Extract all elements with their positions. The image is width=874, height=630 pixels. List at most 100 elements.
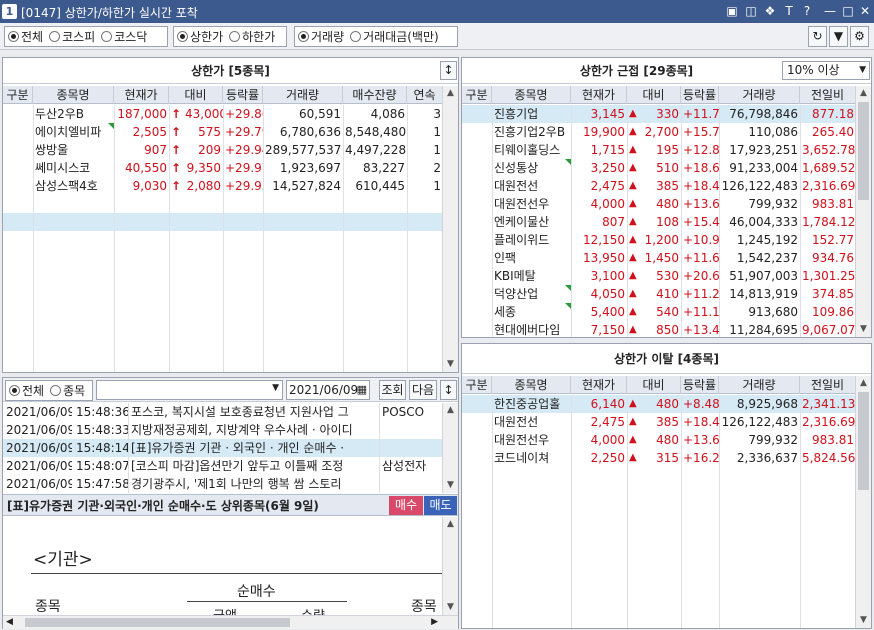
title-bar: 1 [0147] 상한가/하한가 실시간 포착 ▣ ◫ ❖ T ? — □ ✕ [0, 0, 874, 23]
bid-remaining: 4,497,228 [345, 143, 407, 157]
news-stock [382, 421, 442, 439]
radio-upper-limit[interactable]: 상한가 [177, 28, 223, 45]
prev-day-ratio: 152.77 [812, 233, 854, 247]
link-icon[interactable]: ▣ [724, 3, 740, 19]
next-button[interactable]: 다음 [409, 380, 437, 400]
table-row: 엔케이물산 807 ▲ 108 +15.45 46,004,333 1,784.12 [462, 213, 856, 231]
refresh-icon[interactable]: ↻ [808, 26, 827, 47]
stock-name: KBI메탈 [494, 269, 536, 283]
volume: 799,932 [748, 433, 798, 447]
radio-volume[interactable]: 거래량 [298, 28, 344, 45]
scroll-right-icon[interactable]: ▶ [431, 616, 438, 629]
current-price: 4,000 [590, 197, 625, 211]
stock-name: 진흥기업2우B [494, 125, 566, 139]
upper-limit-title: 상한가 [5종목] [3, 58, 458, 84]
volume: 799,932 [748, 197, 798, 211]
table-row: 현대에버다임 7,150 ▲ 850 +13.49 11,284,695 9,067.07 [462, 321, 856, 337]
stock-name: 한진중공업홀 [494, 397, 561, 411]
news-stock [382, 475, 442, 493]
dropdown-menu-icon[interactable]: ▼ [829, 26, 848, 47]
current-price: 19,900 [583, 125, 625, 139]
change-rate: +16.28 [683, 451, 719, 465]
up-triangle-icon: ▲ [629, 180, 637, 191]
stock-name: 대원전선우 [494, 433, 550, 447]
radio-amount[interactable]: 거래대금(백만) [350, 28, 439, 45]
up-triangle-icon: ▲ [629, 270, 637, 281]
stock-name: 대원전선 [494, 415, 539, 429]
date-input[interactable]: 2021/06/09 ▦ [286, 380, 370, 400]
help-icon[interactable]: ? [799, 3, 815, 19]
news-headline: [코스피 마감]옵션만기 앞두고 이틀째 조정 [131, 459, 344, 473]
volume: 76,798,846 [729, 107, 798, 121]
market-filter: 전체 코스피 코스닥 [4, 26, 168, 47]
change-value: 330 [656, 107, 679, 121]
sell-button[interactable]: 매도 [424, 496, 457, 515]
change-rate: +18.42 [683, 415, 719, 429]
radio-news-stock[interactable]: 종목 [50, 382, 85, 399]
current-price: 3,250 [590, 161, 625, 175]
current-price: 907 [144, 143, 167, 157]
near-limit-scrollbar[interactable]: ▲ ▼ [855, 86, 871, 337]
news-scope: 전체 종목 [5, 380, 93, 401]
radio-kospi[interactable]: 코스피 [49, 28, 95, 45]
radio-lower-limit[interactable]: 하한가 [229, 28, 275, 45]
radio-kosdaq[interactable]: 코스닥 [101, 28, 147, 45]
close-icon[interactable]: ✕ [857, 3, 873, 19]
list-item: 2021/06/09 15:47:58 경기광주시, '제1회 나만의 행복 쌈 스… [3, 475, 443, 493]
maximize-icon[interactable]: □ [840, 3, 856, 19]
search-button[interactable]: 조회 [379, 380, 406, 400]
expand-toggle[interactable]: ↕ [440, 61, 457, 80]
current-price: 7,150 [590, 323, 625, 337]
scroll-left-icon[interactable]: ◀ [6, 616, 13, 629]
buy-button[interactable]: 매수 [389, 496, 423, 515]
volume: 1,245,192 [736, 233, 798, 247]
exit-limit-panel: 상한가 이탈 [4종목] 구분 종목명 현재가 대비 등락률 거래량 전일비 한… [461, 343, 872, 629]
stock-col-header: 종목 [35, 599, 61, 615]
change-value: 575 [198, 125, 221, 139]
volume-filter: 거래량 거래대금(백만) [294, 26, 458, 47]
exit-limit-title: 상한가 이탈 [4종목] [462, 344, 871, 374]
font-icon[interactable]: T [781, 3, 797, 19]
stock-search-input[interactable]: ▼ [96, 380, 283, 400]
news-toolbar: 전체 종목 ▼ 2021/06/09 ▦ 조회 다음 ↕ [3, 378, 458, 402]
news-date: 2021/06/09 [6, 405, 72, 419]
stock-name: 진흥기업 [494, 107, 539, 121]
up-triangle-icon: ▲ [629, 398, 637, 409]
change-rate: +29.94 [225, 143, 263, 157]
expand-toggle[interactable]: ↕ [440, 380, 457, 400]
minimize-icon[interactable]: — [822, 3, 838, 19]
prev-day-ratio: 2,316.69 [802, 415, 856, 429]
change-value: 530 [656, 269, 679, 283]
list-item: 2021/06/09 15:48:14 [표]유가증권 기관 · 외국인 · 개인 … [3, 439, 443, 457]
settings-icon[interactable]: ⚙ [850, 26, 869, 47]
current-price: 2,475 [590, 415, 625, 429]
news-scrollbar[interactable]: ▲ ▼ [442, 403, 458, 493]
threshold-select[interactable]: 10% 이상 ▼ [782, 61, 870, 80]
up-triangle-icon: ▲ [629, 324, 637, 335]
stock-name: 코드네이쳐 [494, 451, 550, 465]
change-value: 385 [656, 179, 679, 193]
article-scrollbar[interactable]: ▲ ▼ [442, 517, 458, 615]
streak: 1 [433, 143, 441, 157]
article-hscrollbar[interactable]: ◀ ▶ [3, 615, 458, 629]
stock-name: 세종 [494, 305, 517, 319]
copy-icon[interactable]: ◫ [743, 3, 759, 19]
upper-limit-scrollbar[interactable]: ▲ ▼ [442, 86, 458, 372]
change-rate: +29.97 [225, 161, 263, 175]
up-triangle-icon: ▲ [629, 288, 637, 299]
calendar-icon[interactable]: ▦ [357, 381, 367, 399]
news-headline: 경기광주시, '제1회 나만의 행복 쌈 스토리 [131, 477, 342, 491]
stock-name: 인팩 [494, 251, 517, 265]
news-time: 15:48:14 [76, 441, 128, 455]
stock-name: 대원전선우 [494, 197, 550, 211]
current-price: 3,100 [590, 269, 625, 283]
radio-news-all[interactable]: 전체 [9, 382, 44, 399]
current-price: 807 [602, 215, 625, 229]
pin-icon[interactable]: ❖ [762, 3, 778, 19]
volume: 14,527,824 [272, 179, 341, 193]
change-rate: +11.72 [683, 107, 719, 121]
radio-all[interactable]: 전체 [8, 28, 43, 45]
up-triangle-icon: ▲ [629, 434, 637, 445]
change-rate: +11.60 [683, 251, 719, 265]
exit-limit-scrollbar[interactable]: ▲ ▼ [855, 376, 871, 628]
